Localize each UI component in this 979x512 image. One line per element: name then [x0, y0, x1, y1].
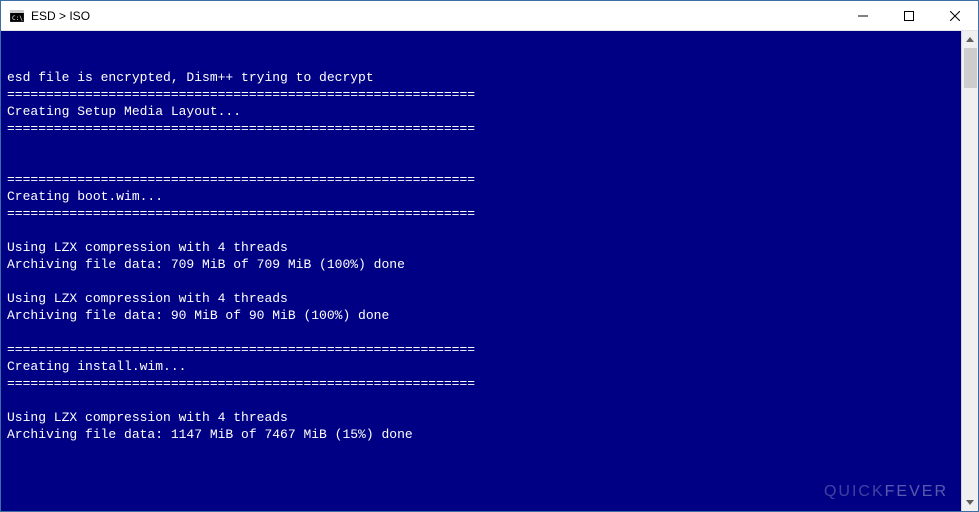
- console-line: ========================================…: [7, 341, 961, 358]
- console-line: Archiving file data: 90 MiB of 90 MiB (1…: [7, 307, 961, 324]
- console-line: ========================================…: [7, 171, 961, 188]
- console-line: ========================================…: [7, 120, 961, 137]
- console-line: [7, 324, 961, 341]
- console-line: Using LZX compression with 4 threads: [7, 409, 961, 426]
- scroll-down-button[interactable]: [962, 494, 978, 511]
- console-line: [7, 273, 961, 290]
- console-line: Archiving file data: 709 MiB of 709 MiB …: [7, 256, 961, 273]
- console-line: Creating Setup Media Layout...: [7, 103, 961, 120]
- close-button[interactable]: [932, 1, 978, 31]
- console-line: ========================================…: [7, 375, 961, 392]
- scroll-thumb[interactable]: [964, 48, 977, 88]
- console-line: Archiving file data: 1147 MiB of 7467 Mi…: [7, 426, 961, 443]
- console-line: ========================================…: [7, 205, 961, 222]
- scroll-up-button[interactable]: [962, 31, 978, 48]
- console-line: [7, 392, 961, 409]
- window-titlebar: C:\ ESD > ISO: [1, 1, 978, 31]
- minimize-button[interactable]: [840, 1, 886, 31]
- window-title: ESD > ISO: [31, 9, 90, 23]
- console-output: esd file is encrypted, Dism++ trying to …: [1, 31, 961, 511]
- console-line: esd file is encrypted, Dism++ trying to …: [7, 69, 961, 86]
- svg-text:C:\: C:\: [12, 15, 23, 22]
- console-line: Creating install.wim...: [7, 358, 961, 375]
- vertical-scrollbar[interactable]: [961, 31, 978, 511]
- console-line: [7, 137, 961, 154]
- console-line: ========================================…: [7, 86, 961, 103]
- console-line: [7, 222, 961, 239]
- window-icon: C:\: [9, 8, 25, 24]
- console-line: [7, 35, 961, 52]
- console-line: [7, 154, 961, 171]
- console-line: Creating boot.wim...: [7, 188, 961, 205]
- maximize-button[interactable]: [886, 1, 932, 31]
- console-line: [7, 52, 961, 69]
- console-line: Using LZX compression with 4 threads: [7, 290, 961, 307]
- console-line: Using LZX compression with 4 threads: [7, 239, 961, 256]
